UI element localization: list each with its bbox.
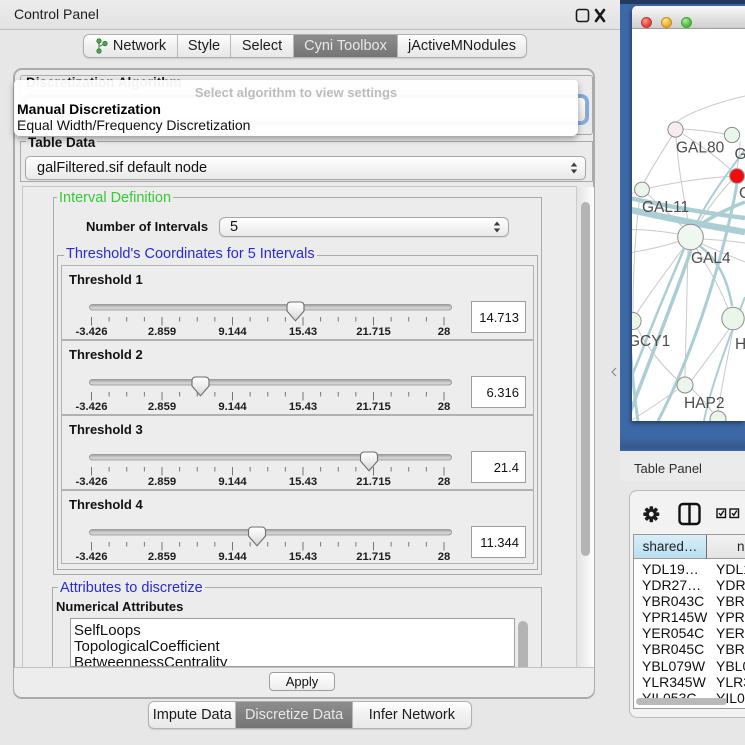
svg-text:C: C xyxy=(739,185,745,202)
svg-text:21.715: 21.715 xyxy=(356,476,391,488)
svg-text:2.859: 2.859 xyxy=(148,401,176,413)
svg-text:28: 28 xyxy=(438,476,451,488)
svg-text:2.859: 2.859 xyxy=(148,476,176,488)
svg-text:9.144: 9.144 xyxy=(218,476,247,488)
svg-text:GAL4: GAL4 xyxy=(691,250,731,267)
svg-text:21.715: 21.715 xyxy=(356,551,391,563)
svg-text:-3.426: -3.426 xyxy=(75,551,107,563)
svg-text:2.859: 2.859 xyxy=(148,326,176,338)
svg-text:28: 28 xyxy=(438,326,451,338)
svg-text:9.144: 9.144 xyxy=(218,326,247,338)
svg-text:21.715: 21.715 xyxy=(356,326,391,338)
svg-text:15.43: 15.43 xyxy=(289,476,317,488)
svg-text:GCY1: GCY1 xyxy=(632,333,670,350)
svg-text:9.144: 9.144 xyxy=(218,401,247,413)
svg-text:GAL80: GAL80 xyxy=(676,140,725,157)
svg-text:-3.426: -3.426 xyxy=(75,326,107,338)
svg-text:28: 28 xyxy=(438,551,451,563)
svg-text:-3.426: -3.426 xyxy=(75,476,107,488)
svg-text:21.715: 21.715 xyxy=(356,401,391,413)
svg-text:H: H xyxy=(735,336,745,353)
svg-text:15.43: 15.43 xyxy=(289,551,317,563)
svg-text:GAL11: GAL11 xyxy=(642,199,689,216)
svg-text:G.: G. xyxy=(735,146,745,163)
svg-text:2.859: 2.859 xyxy=(148,551,176,563)
svg-text:15.43: 15.43 xyxy=(289,401,317,413)
svg-text:-3.426: -3.426 xyxy=(75,401,107,413)
svg-text:HAP2: HAP2 xyxy=(684,395,725,412)
svg-text:9.144: 9.144 xyxy=(218,551,247,563)
svg-text:28: 28 xyxy=(438,401,451,413)
svg-text:15.43: 15.43 xyxy=(289,326,317,338)
